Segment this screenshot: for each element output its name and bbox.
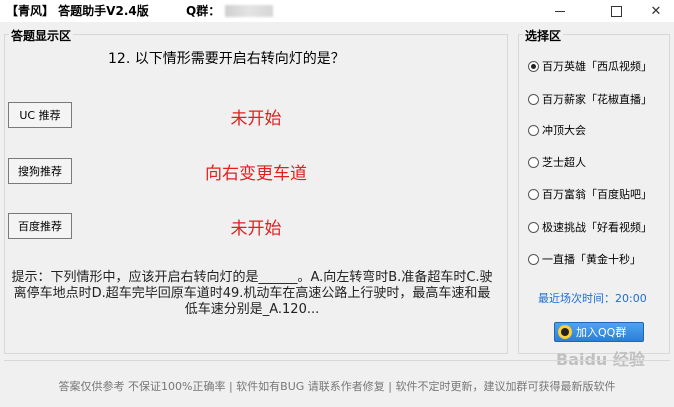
radio-icon[interactable] bbox=[528, 253, 539, 265]
radio-icon[interactable] bbox=[528, 221, 539, 233]
option-xigua[interactable]: 百万英雄「西瓜视频」 bbox=[528, 58, 652, 74]
select-legend: 选择区 bbox=[523, 27, 564, 44]
minimize-icon bbox=[555, 10, 565, 12]
radio-icon[interactable] bbox=[528, 93, 539, 105]
answer-display-legend: 答题显示区 bbox=[9, 27, 74, 44]
option-label: 芝士超人 bbox=[542, 156, 586, 169]
maximize-icon bbox=[610, 5, 622, 17]
sogou-recommend-button[interactable]: 搜狗推荐 bbox=[8, 158, 72, 184]
qq-icon bbox=[558, 325, 572, 339]
uc-recommend-button[interactable]: UC 推荐 bbox=[8, 102, 72, 128]
title-bar: 【青风】 答题助手V2.4版 Q群： ✕ bbox=[0, 0, 674, 22]
option-label: 极速挑战「好看视频」 bbox=[542, 221, 652, 234]
option-zhishi[interactable]: 芝士超人 bbox=[528, 154, 586, 170]
option-label: 冲顶大会 bbox=[542, 124, 586, 137]
qq-number-redacted bbox=[225, 5, 273, 17]
hint-text: 提示：下列情形中，应该开启右转向灯的是______。A.向左转弯时B.准备超车时… bbox=[11, 270, 493, 317]
footer-text: 答案仅供参考 不保证100%正确率 | 软件如有BUG 请联系作者修复 | 软件… bbox=[58, 380, 616, 393]
radio-icon[interactable] bbox=[528, 124, 539, 136]
radio-icon[interactable] bbox=[528, 156, 539, 168]
option-label: 百万富翁「百度贴吧」 bbox=[542, 188, 652, 201]
baidu-watermark: Baidu 经验 bbox=[556, 350, 645, 369]
option-label: 百万薪家「花椒直播」 bbox=[542, 93, 652, 106]
sogou-answer: 向右变更车道 bbox=[205, 164, 307, 184]
close-button[interactable]: ✕ bbox=[636, 0, 674, 22]
option-tieba[interactable]: 百万富翁「百度贴吧」 bbox=[528, 186, 652, 202]
option-label: 一直播「黄金十秒」 bbox=[542, 253, 641, 266]
recent-session-time: 最近场次时间：20:00 bbox=[538, 292, 647, 305]
radio-icon[interactable] bbox=[528, 60, 539, 72]
maximize-button[interactable] bbox=[596, 0, 636, 22]
radio-icon[interactable] bbox=[528, 188, 539, 200]
join-qq-label: 加入QQ群 bbox=[576, 326, 627, 339]
app-title: 【青风】 答题助手V2.4版 bbox=[6, 4, 149, 18]
join-qq-button[interactable]: 加入QQ群 bbox=[554, 322, 644, 342]
baidu-recommend-button[interactable]: 百度推荐 bbox=[8, 213, 72, 239]
close-icon: ✕ bbox=[650, 3, 662, 19]
question-text: 12. 以下情形需要开启右转向灯的是？ bbox=[108, 51, 345, 67]
option-chongding[interactable]: 冲顶大会 bbox=[528, 122, 586, 138]
option-yizhibo[interactable]: 一直播「黄金十秒」 bbox=[528, 251, 641, 267]
footer-divider bbox=[4, 360, 670, 361]
minimize-button[interactable] bbox=[540, 0, 580, 22]
qq-group-label: Q群： bbox=[186, 4, 221, 18]
baidu-answer: 未开始 bbox=[230, 219, 282, 239]
option-haokan[interactable]: 极速挑战「好看视频」 bbox=[528, 219, 652, 235]
option-huajiao[interactable]: 百万薪家「花椒直播」 bbox=[528, 91, 652, 107]
uc-answer: 未开始 bbox=[230, 109, 282, 129]
option-label: 百万英雄「西瓜视频」 bbox=[542, 60, 652, 73]
